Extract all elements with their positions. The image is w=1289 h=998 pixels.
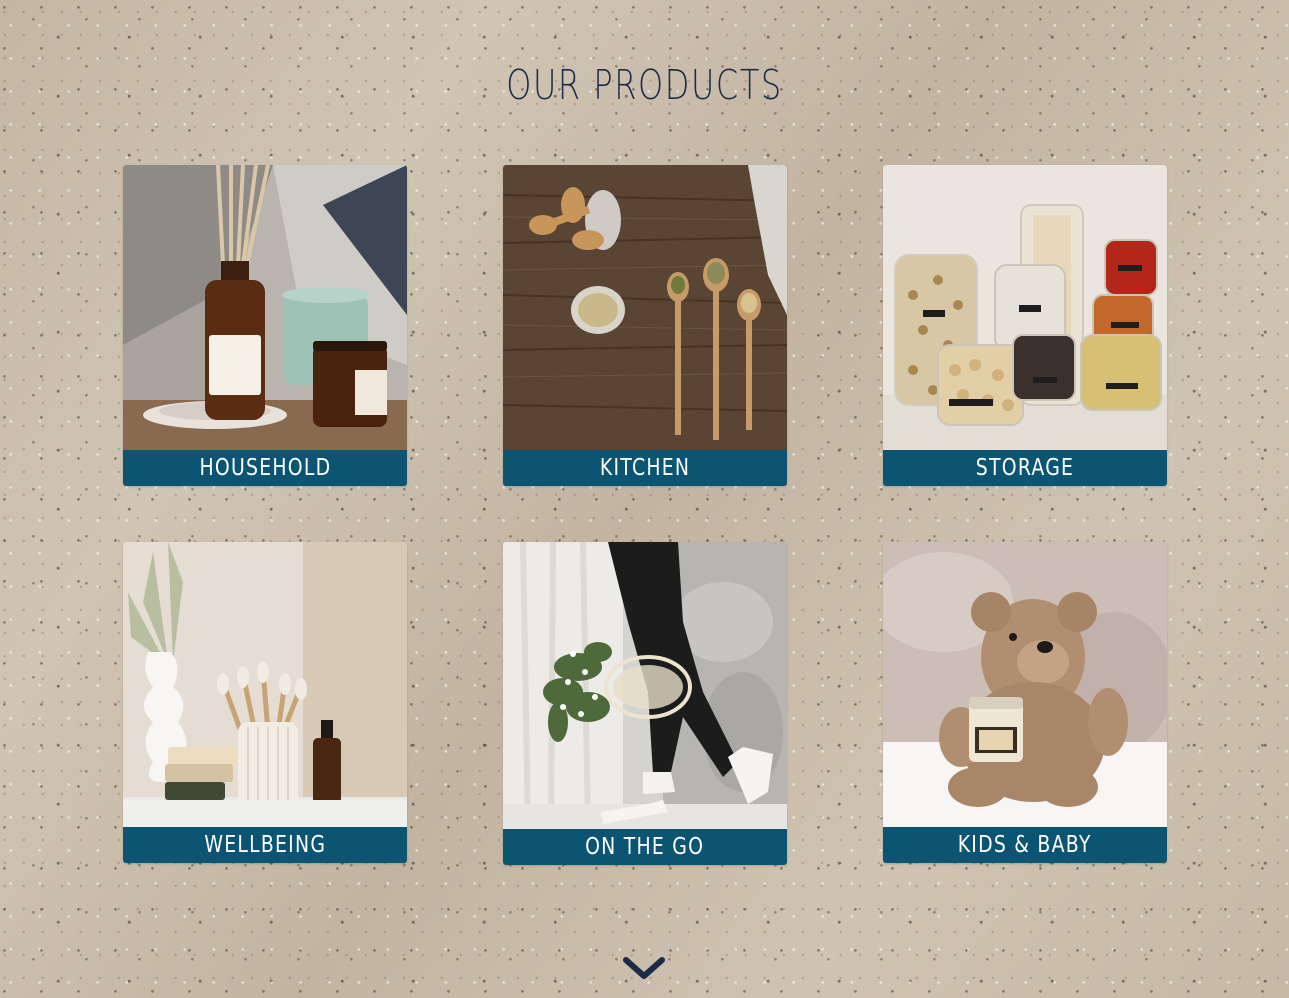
category-label-kitchen: KITCHEN <box>503 450 787 486</box>
category-label-text: ON THE GO <box>585 834 705 860</box>
chevron-down-icon[interactable] <box>622 952 666 986</box>
category-label-on-the-go: ON THE GO <box>503 829 787 865</box>
category-card-kids-baby[interactable]: KIDS & BABY <box>883 542 1167 863</box>
category-label-wellbeing: WELLBEING <box>123 827 407 863</box>
category-label-storage: STORAGE <box>883 450 1167 486</box>
category-label-household: HOUSEHOLD <box>123 450 407 486</box>
household-photo <box>123 165 407 450</box>
category-label-text: KIDS & BABY <box>958 832 1092 858</box>
wellbeing-photo <box>123 542 407 827</box>
category-label-text: STORAGE <box>975 455 1075 481</box>
category-label-text: HOUSEHOLD <box>199 455 331 481</box>
kids-baby-photo <box>883 542 1167 827</box>
on-the-go-photo <box>503 542 787 829</box>
category-card-household[interactable]: HOUSEHOLD <box>123 165 407 486</box>
category-label-text: KITCHEN <box>599 455 691 481</box>
category-card-kitchen[interactable]: KITCHEN <box>503 165 787 486</box>
category-label-text: WELLBEING <box>204 832 326 858</box>
category-card-on-the-go[interactable]: ON THE GO <box>503 542 787 865</box>
category-card-storage[interactable]: STORAGE <box>883 165 1167 486</box>
kitchen-photo <box>503 165 787 450</box>
page-title: OUR PRODUCTS <box>506 61 783 109</box>
storage-photo <box>883 165 1167 450</box>
category-card-wellbeing[interactable]: WELLBEING <box>123 542 407 863</box>
category-label-kids-baby: KIDS & BABY <box>883 827 1167 863</box>
